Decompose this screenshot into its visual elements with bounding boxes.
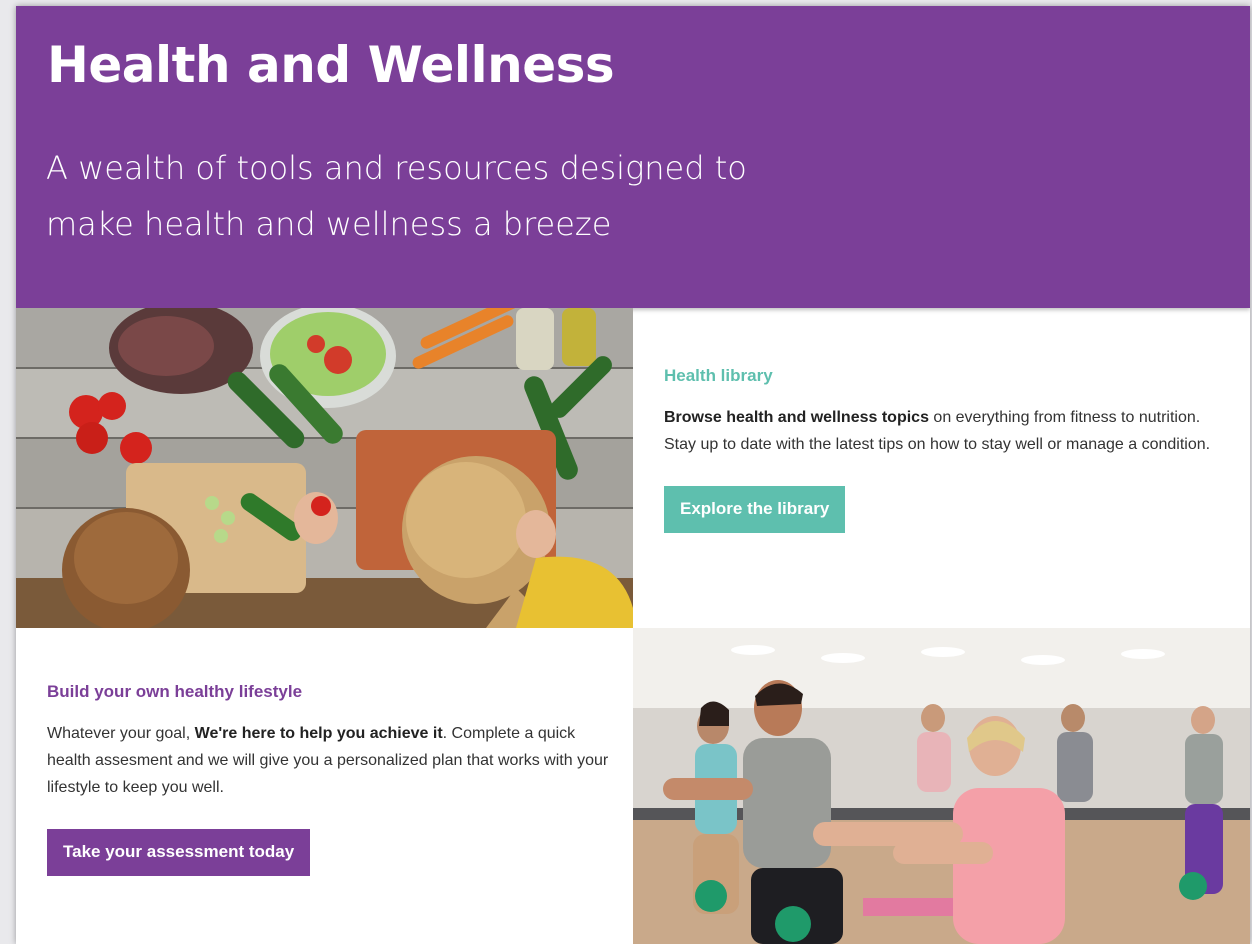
page-title: Health and Wellness	[47, 36, 615, 94]
health-library-heading: Health library	[664, 366, 773, 385]
healthy-lifestyle-description-start: Whatever your goal,	[47, 725, 195, 742]
health-library-description-bold: Browse health and wellness topics	[664, 409, 929, 426]
health-library-description: Browse health and wellness topics on eve…	[664, 404, 1224, 458]
healthy-lifestyle-section: Build your own healthy lifestyle Whateve…	[47, 682, 617, 876]
healthy-lifestyle-description-bold: We're here to help you achieve it	[194, 725, 443, 742]
hero-subtitle: A wealth of tools and resources designed…	[46, 140, 806, 252]
health-library-section: Health library Browse health and wellnes…	[664, 366, 1224, 533]
hero-subtitle-line-2: make health and wellness a breeze	[46, 205, 612, 243]
fitness-class-image	[633, 628, 1250, 944]
hero-banner: Health and Wellness A wealth of tools an…	[16, 6, 1250, 308]
take-assessment-button[interactable]: Take your assessment today	[47, 829, 311, 876]
hero-subtitle-line-1: A wealth of tools and resources designed…	[46, 149, 747, 187]
food-preparation-image	[16, 308, 633, 628]
healthy-lifestyle-description: Whatever your goal, We're here to help y…	[47, 720, 617, 801]
healthy-lifestyle-heading: Build your own healthy lifestyle	[47, 682, 303, 701]
explore-library-button[interactable]: Explore the library	[664, 486, 846, 533]
page-frame: Health and Wellness A wealth of tools an…	[16, 6, 1250, 944]
